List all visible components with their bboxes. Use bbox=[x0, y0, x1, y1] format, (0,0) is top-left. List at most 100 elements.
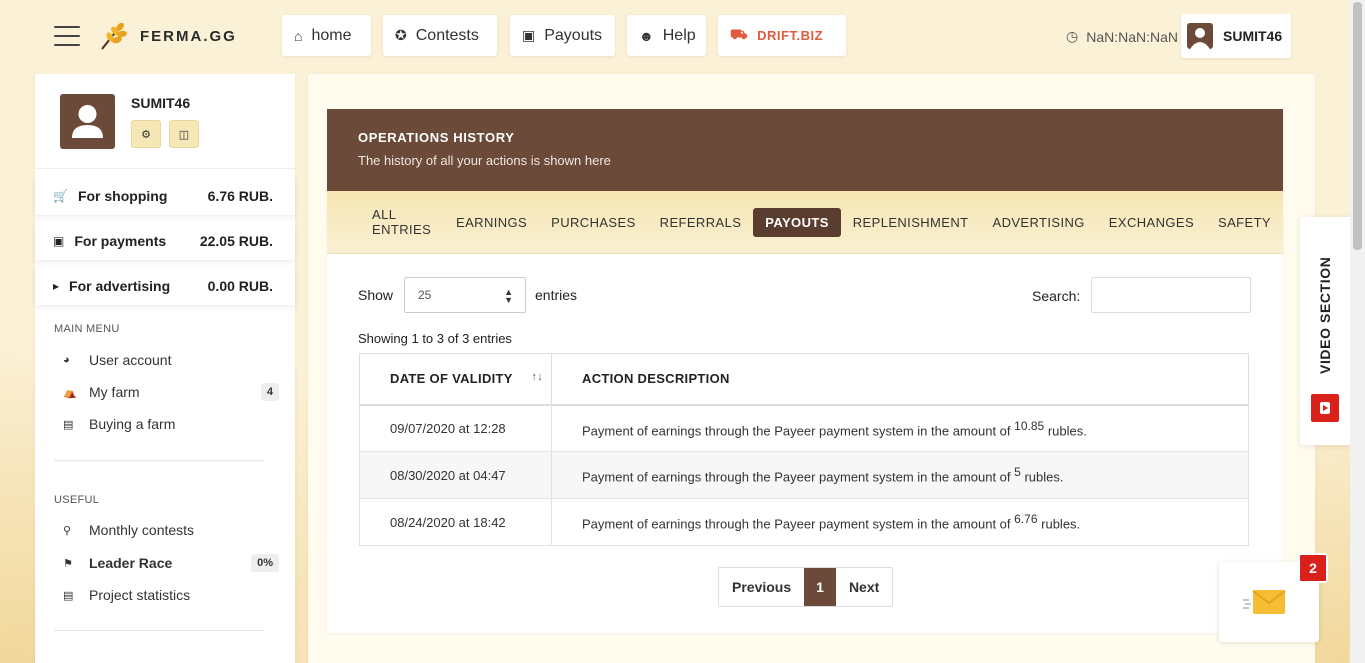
store-icon: ▤ bbox=[63, 418, 74, 431]
search-label: Search: bbox=[1032, 288, 1081, 304]
tab-all-entries[interactable]: ALL ENTRIES bbox=[360, 200, 444, 244]
sidebar-item-leader-race[interactable]: ⚑ Leader Race 0% bbox=[54, 551, 279, 575]
gear-icon: ⚙ bbox=[141, 128, 151, 141]
row-amount: 6.76 bbox=[1014, 512, 1038, 527]
nav-drift-label: DRIFT.BIZ bbox=[757, 28, 824, 43]
history-tabs: ALL ENTRIES EARNINGS PURCHASES REFERRALS… bbox=[327, 191, 1283, 254]
sidebar-item-label: Buying a farm bbox=[89, 416, 176, 432]
table-row: 09/07/2020 at 12:28 Payment of earnings … bbox=[359, 404, 1249, 452]
nav-contests-button[interactable]: ✪ Contests bbox=[383, 15, 497, 56]
card-subtitle: The history of all your actions is shown… bbox=[358, 153, 611, 168]
wallet-icon: ▣ bbox=[53, 234, 65, 248]
page-1-button[interactable]: 1 bbox=[804, 568, 836, 606]
clock-value: NaN:NaN:NaN bbox=[1086, 28, 1179, 45]
video-section-label: VIDEO SECTION bbox=[1317, 256, 1333, 374]
balance-advertising-label: For advertising bbox=[69, 278, 171, 294]
farm-icon: ⛺ bbox=[63, 386, 77, 399]
main-panel: OPERATIONS HISTORY The history of all yo… bbox=[308, 74, 1315, 663]
useful-title: USEFUL bbox=[54, 494, 100, 506]
row-currency: rubles. bbox=[1041, 516, 1081, 532]
home-icon: ⌂ bbox=[294, 27, 303, 44]
message-count-badge: 2 bbox=[1298, 553, 1328, 583]
select-arrows-icon: ▲ ▼ bbox=[504, 287, 513, 305]
youtube-icon[interactable] bbox=[1311, 394, 1339, 422]
balance-shopping[interactable]: 🛒 For shopping 6.76 RUB. bbox=[35, 177, 295, 215]
clock-icon: ◷ bbox=[1066, 28, 1079, 44]
column-description: ACTION DESCRIPTION bbox=[551, 353, 1249, 406]
row-date: 08/30/2020 at 04:47 bbox=[359, 451, 552, 499]
tab-earnings[interactable]: EARNINGS bbox=[444, 208, 539, 237]
wallet-icon: ▣ bbox=[522, 27, 536, 43]
megaphone-icon: ▸ bbox=[53, 279, 60, 293]
row-description: Payment of earnings through the Payeer p… bbox=[551, 498, 1249, 546]
tab-payouts[interactable]: PAYOUTS bbox=[753, 207, 841, 237]
video-section-tab[interactable]: VIDEO SECTION bbox=[1300, 217, 1350, 445]
sidebar-item-user-account[interactable]: ◕ User account bbox=[54, 348, 279, 372]
show-label: Show bbox=[358, 287, 394, 303]
sort-icon[interactable]: ↑↓ bbox=[531, 371, 543, 383]
profile-avatar[interactable] bbox=[60, 94, 115, 149]
tab-advertising[interactable]: ADVERTISING bbox=[981, 208, 1097, 237]
sidebar-item-project-statistics[interactable]: ▤ Project statistics bbox=[54, 583, 279, 607]
nav-home-button[interactable]: ⌂ home bbox=[282, 15, 371, 56]
nav-payouts-button[interactable]: ▣ Payouts bbox=[510, 15, 615, 56]
support-icon: ☻ bbox=[639, 27, 654, 44]
profile-card-button[interactable]: ◫ bbox=[169, 120, 199, 148]
card-title: OPERATIONS HISTORY bbox=[358, 130, 515, 145]
table-controls: Show 25 ▲ ▼ entries Search: bbox=[358, 277, 1251, 313]
balance-payments[interactable]: ▣ For payments 22.05 RUB. bbox=[35, 222, 295, 260]
contests-icon: ✪ bbox=[395, 27, 407, 43]
top-bar: FERMA.GG ⌂ home ✪ Contests ▣ Payouts ☻ H… bbox=[0, 0, 1365, 72]
previous-button[interactable]: Previous bbox=[719, 568, 805, 606]
row-description-text: Payment of earnings through the Payeer p… bbox=[582, 469, 1011, 485]
tab-replenishment[interactable]: REPLENISHMENT bbox=[841, 208, 981, 237]
nav-drift-button[interactable]: ⛟ DRIFT.BIZ bbox=[718, 15, 846, 56]
table-row: 08/30/2020 at 04:47 Payment of earnings … bbox=[359, 451, 1249, 499]
nav-contests-label: Contests bbox=[415, 26, 479, 44]
scrollbar-thumb[interactable] bbox=[1353, 2, 1362, 250]
tab-safety[interactable]: SAFETY bbox=[1206, 208, 1283, 237]
main-menu-title: MAIN MENU bbox=[54, 323, 120, 335]
sidebar-item-label: My farm bbox=[89, 384, 140, 400]
sidebar: SUMIT46 ⚙ ◫ 🛒 For shopping 6.76 RUB. ▣ F… bbox=[35, 74, 295, 663]
entries-select[interactable]: 25 ▲ ▼ bbox=[404, 277, 526, 313]
hamburger-menu-icon[interactable] bbox=[54, 26, 80, 46]
chart-icon: ▤ bbox=[63, 589, 74, 602]
row-description: Payment of earnings through the Payeer p… bbox=[551, 404, 1249, 452]
sidebar-item-buying-farm[interactable]: ▤ Buying a farm bbox=[54, 412, 279, 436]
row-date: 09/07/2020 at 12:28 bbox=[359, 404, 552, 452]
row-amount: 5 bbox=[1014, 465, 1021, 480]
logo[interactable]: FERMA.GG bbox=[98, 21, 237, 51]
column-description-label: ACTION DESCRIPTION bbox=[582, 371, 730, 387]
column-date-label: DATE OF VALIDITY bbox=[390, 371, 513, 387]
pagination: Previous 1 Next bbox=[718, 567, 894, 607]
balance-advertising[interactable]: ▸ For advertising 0.00 RUB. bbox=[35, 267, 295, 305]
row-date: 08/24/2020 at 18:42 bbox=[359, 498, 552, 546]
user-menu-button[interactable]: SUMIT46 bbox=[1181, 14, 1291, 58]
cars-icon: ⛟ bbox=[730, 26, 749, 42]
tab-referrals[interactable]: REFERRALS bbox=[648, 208, 754, 237]
page-scrollbar[interactable] bbox=[1350, 0, 1365, 663]
search-input[interactable] bbox=[1091, 277, 1251, 313]
clock: ◷ NaN:NaN:NaN bbox=[1066, 28, 1180, 45]
operations-table: DATE OF VALIDITY ↑↓ ACTION DESCRIPTION 0… bbox=[359, 353, 1249, 546]
logo-text: FERMA.GG bbox=[140, 27, 237, 45]
sidebar-item-label: Monthly contests bbox=[89, 522, 195, 538]
tab-exchanges[interactable]: EXCHANGES bbox=[1097, 208, 1206, 237]
column-date[interactable]: DATE OF VALIDITY ↑↓ bbox=[359, 353, 552, 406]
nav-help-button[interactable]: ☻ Help bbox=[627, 15, 706, 56]
flag-icon: ⚑ bbox=[63, 557, 73, 570]
leader-race-badge: 0% bbox=[251, 554, 279, 572]
next-button[interactable]: Next bbox=[835, 568, 893, 606]
avatar bbox=[1187, 23, 1213, 49]
sidebar-item-my-farm[interactable]: ⛺ My farm 4 bbox=[54, 380, 279, 404]
entries-select-value: 25 bbox=[418, 288, 432, 302]
sidebar-item-monthly-contests[interactable]: ⚲ Monthly contests bbox=[54, 518, 279, 542]
dashboard-icon: ◕ bbox=[63, 354, 70, 366]
settings-button[interactable]: ⚙ bbox=[131, 120, 161, 148]
farm-count-badge: 4 bbox=[260, 383, 279, 401]
profile-block: SUMIT46 ⚙ ◫ bbox=[35, 74, 295, 169]
tab-purchases[interactable]: PURCHASES bbox=[539, 208, 648, 237]
row-amount: 10.85 bbox=[1014, 418, 1045, 433]
balance-shopping-amount: 6.76 RUB. bbox=[207, 188, 273, 204]
